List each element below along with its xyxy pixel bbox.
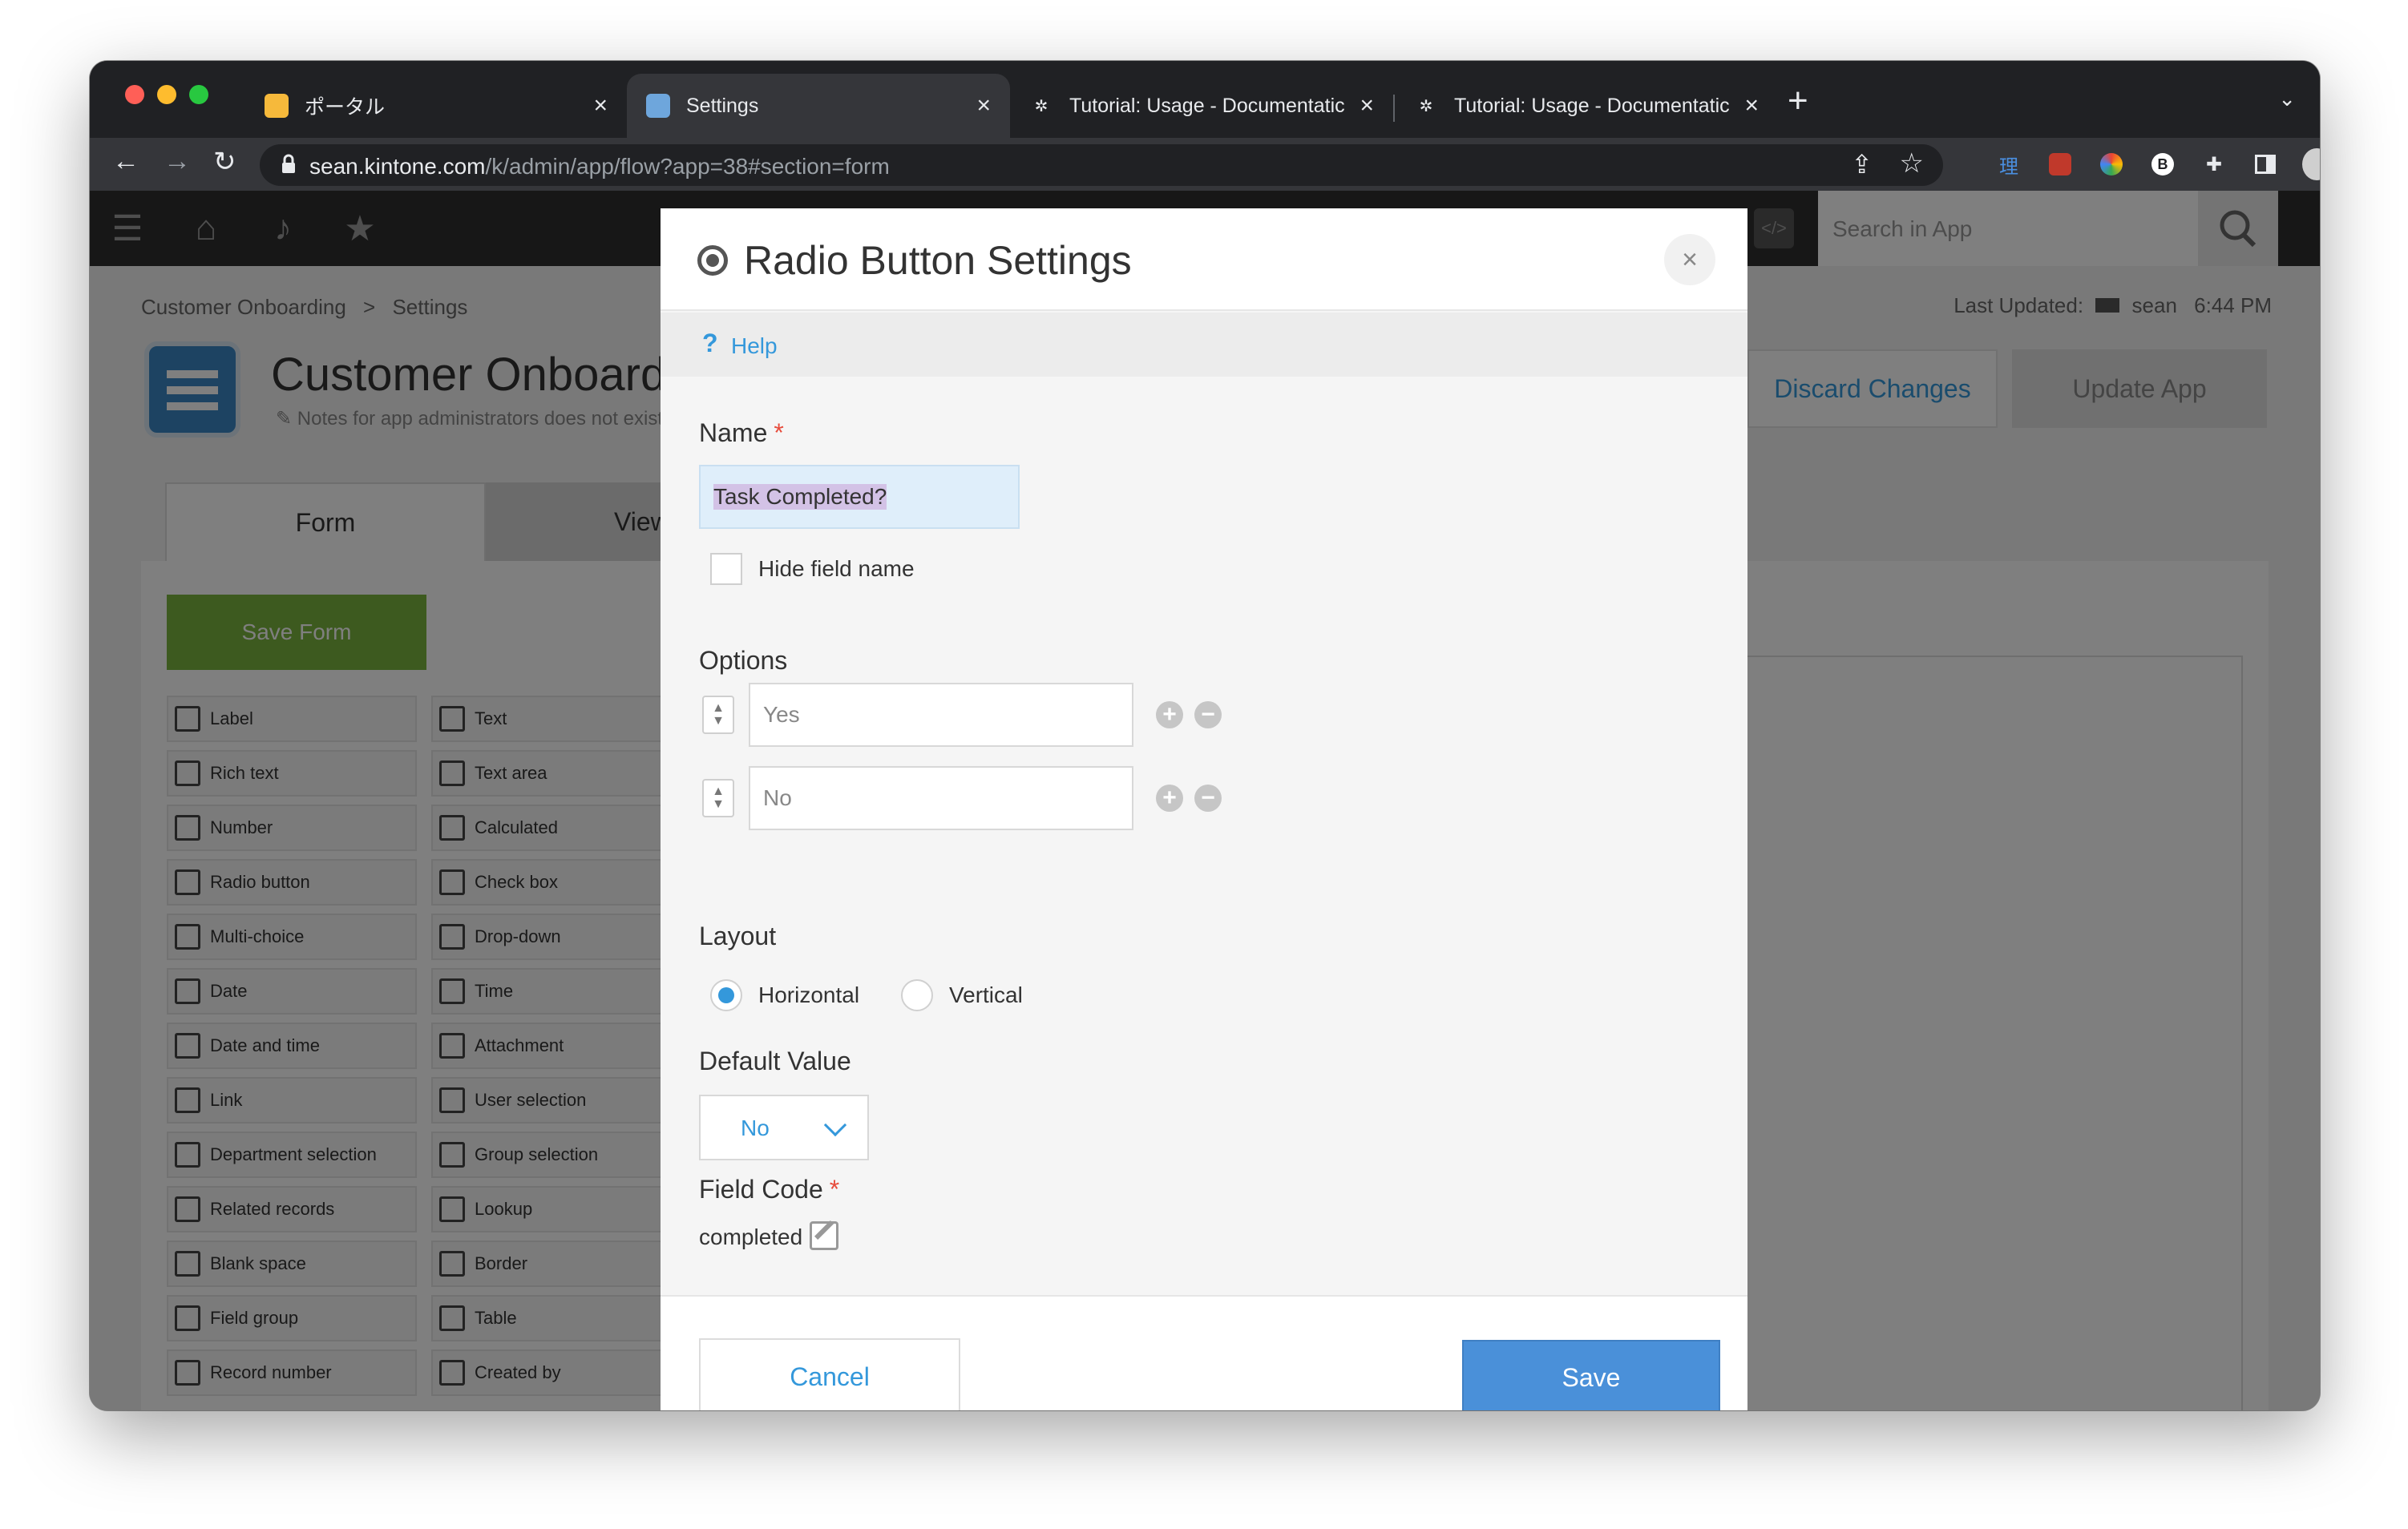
options-label: Options: [699, 646, 788, 675]
field-code-label-text: Field Code: [699, 1175, 823, 1204]
name-input[interactable]: Task Completed?: [699, 465, 1020, 529]
required-mark: *: [774, 418, 784, 447]
drag-sort-handle-icon[interactable]: ▲ ▼: [702, 696, 734, 734]
option-input-2[interactable]: No: [749, 766, 1133, 830]
avatar[interactable]: [2302, 148, 2320, 180]
drag-sort-handle-icon[interactable]: ▲ ▼: [702, 779, 734, 817]
close-tab-icon[interactable]: ×: [593, 92, 608, 119]
close-tab-icon[interactable]: ×: [1360, 92, 1374, 119]
ublock-icon[interactable]: [2046, 150, 2075, 179]
tab-bar: ポータル × Settings × ✲ Tutorial: Usage - Do…: [90, 61, 2320, 138]
name-value: Task Completed?: [713, 484, 887, 510]
layout-vertical-radio[interactable]: [901, 979, 933, 1011]
default-value-label: Default Value: [699, 1047, 851, 1075]
dialog-header: Radio Button Settings ×: [661, 208, 1747, 311]
tab-title: Tutorial: Usage - Documentatic: [1454, 94, 1730, 117]
layout-vertical-label: Vertical: [949, 982, 1023, 1007]
help-question-icon[interactable]: ?: [702, 329, 718, 358]
layout-horizontal-label: Horizontal: [758, 982, 860, 1007]
hide-field-name-label: Hide field name: [758, 556, 915, 581]
kintone-app-icon: [646, 94, 670, 118]
option-value: No: [763, 785, 792, 810]
docs-icon: ✲: [1034, 97, 1048, 115]
edit-icon[interactable]: [810, 1221, 838, 1250]
hide-field-name-checkbox[interactable]: [710, 553, 742, 585]
name-label-text: Name: [699, 418, 768, 447]
browser-window: ポータル × Settings × ✲ Tutorial: Usage - Do…: [90, 61, 2320, 1410]
close-dialog-button[interactable]: ×: [1664, 234, 1715, 285]
sidebar-icon[interactable]: [2251, 150, 2280, 179]
browser-tab-portal[interactable]: ポータル ×: [245, 74, 627, 138]
share-icon[interactable]: ⇪: [1851, 149, 1873, 180]
forward-arrow-icon[interactable]: →: [164, 146, 191, 177]
reload-icon[interactable]: ↻: [213, 146, 236, 178]
maximize-window-button[interactable]: [189, 85, 208, 104]
help-link[interactable]: Help: [731, 333, 778, 359]
radio-button-icon: [697, 245, 728, 276]
default-value-select[interactable]: No: [699, 1095, 869, 1160]
close-window-button[interactable]: [125, 85, 144, 104]
tab-title: Settings: [686, 94, 759, 117]
save-button[interactable]: Save: [1462, 1340, 1720, 1410]
url-text: sean.kintone.com/k/admin/app/flow?app=38…: [309, 154, 890, 180]
extension-ri-icon[interactable]: 理: [1994, 150, 2023, 179]
browser-tab-docs-1[interactable]: ✲ Tutorial: Usage - Documentatic ×: [1010, 74, 1393, 138]
field-code-label: Field Code *: [699, 1175, 839, 1204]
field-code-value: completed: [699, 1224, 803, 1249]
address-bar[interactable]: sean.kintone.com/k/admin/app/flow?app=38…: [260, 144, 1943, 186]
remove-option-icon[interactable]: −: [1194, 701, 1222, 728]
option-input-1[interactable]: Yes: [749, 683, 1133, 747]
bookmark-star-icon[interactable]: ☆: [1900, 147, 1924, 180]
chevron-down-icon: [823, 1113, 847, 1137]
tab-title: Tutorial: Usage - Documentatic: [1069, 94, 1345, 117]
required-mark: *: [829, 1175, 840, 1204]
browser-tab-settings[interactable]: Settings ×: [627, 74, 1010, 138]
dialog-footer: Cancel Save: [661, 1295, 1747, 1410]
back-arrow-icon[interactable]: ←: [112, 146, 139, 177]
new-tab-button[interactable]: +: [1788, 83, 1808, 119]
dialog-title: Radio Button Settings: [744, 238, 1132, 283]
layout-horizontal-radio[interactable]: [710, 979, 742, 1011]
help-bar: ? Help: [661, 313, 1747, 377]
b-extension-icon[interactable]: B: [2148, 150, 2177, 179]
close-tab-icon[interactable]: ×: [976, 92, 991, 119]
radio-button-settings-dialog: Radio Button Settings × ? Help Name * Tas…: [661, 208, 1747, 1410]
browser-tab-docs-2[interactable]: ✲ Tutorial: Usage - Documentatic ×: [1395, 74, 1778, 138]
add-option-icon[interactable]: +: [1156, 701, 1183, 728]
url-host: sean.kintone.com: [309, 154, 486, 179]
layout-label: Layout: [699, 922, 777, 950]
color-picker-icon[interactable]: [2097, 150, 2126, 179]
cancel-button[interactable]: Cancel: [699, 1338, 960, 1410]
tab-title: ポータル: [305, 96, 386, 119]
browser-toolbar: ← → ↻ sean.kintone.com/k/admin/app/flow?…: [90, 138, 2320, 191]
remove-option-icon[interactable]: −: [1194, 785, 1222, 812]
url-path: /k/admin/app/flow?app=38#section=form: [485, 154, 890, 179]
puzzle-icon[interactable]: ✚: [2200, 150, 2228, 179]
add-option-icon[interactable]: +: [1156, 785, 1183, 812]
minimize-window-button[interactable]: [157, 85, 176, 104]
docs-icon: ✲: [1419, 97, 1433, 115]
lock-icon: [282, 154, 295, 173]
close-tab-icon[interactable]: ×: [1744, 92, 1759, 119]
option-value: Yes: [763, 702, 800, 727]
name-label: Name *: [699, 418, 784, 448]
default-value: No: [741, 1115, 770, 1140]
kintone-portal-icon: [265, 94, 289, 118]
tab-search-chevron-icon[interactable]: ⌄: [2278, 87, 2296, 111]
